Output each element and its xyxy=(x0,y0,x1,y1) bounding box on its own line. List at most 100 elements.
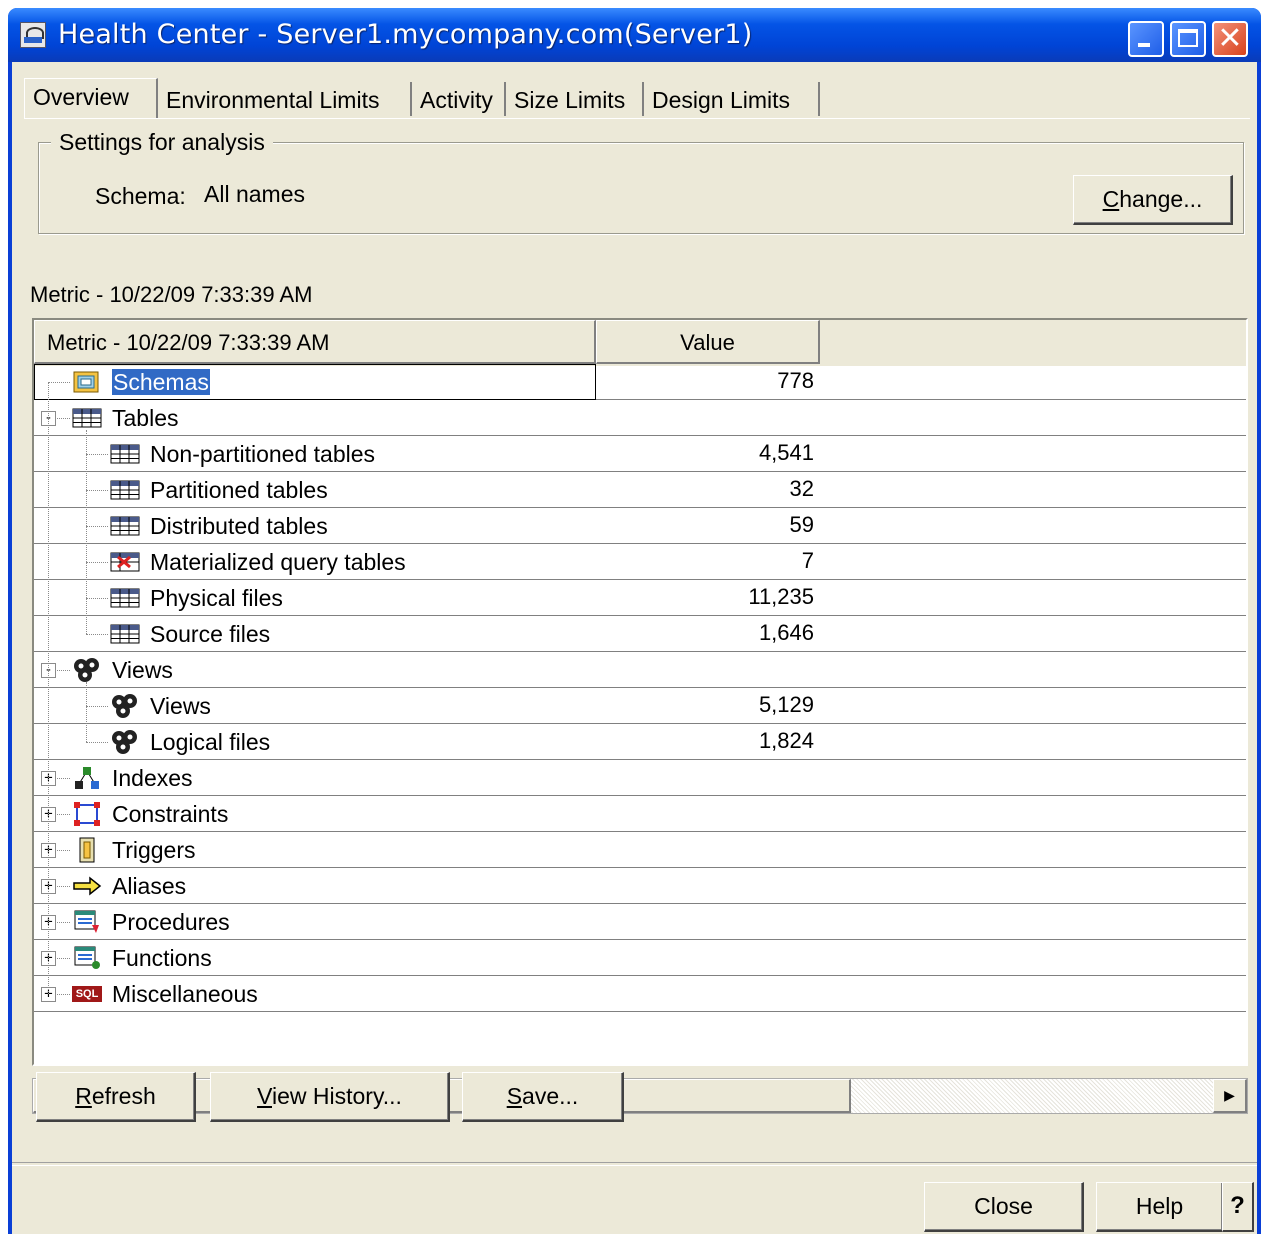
view-icon xyxy=(72,657,102,683)
table-row[interactable]: Materialized query tables 7 xyxy=(34,544,1246,580)
row-value: 32 xyxy=(789,476,814,501)
table-row[interactable]: + SQL Miscellaneous xyxy=(34,976,1246,1012)
tree-connector xyxy=(86,526,108,527)
row-label-text: Aliases xyxy=(112,873,187,899)
row-label-text: Views xyxy=(150,693,211,719)
tree-connector xyxy=(86,742,108,743)
row-label: Indexes xyxy=(112,760,193,796)
row-label-text: Views xyxy=(112,657,173,683)
schema-label: Schema: xyxy=(95,183,186,209)
table-icon xyxy=(110,621,140,647)
row-value: 5,129 xyxy=(758,692,814,717)
row-label: Miscellaneous xyxy=(112,976,258,1012)
table-row[interactable]: Physical files 11,235 xyxy=(34,580,1246,616)
scroll-right-arrow-icon[interactable]: ▶ xyxy=(1213,1079,1247,1113)
table-row[interactable]: + Functions xyxy=(34,940,1246,976)
dialog-client: Overview Environmental Limits Activity S… xyxy=(12,62,1257,1234)
table-row[interactable]: + Constraints xyxy=(34,796,1246,832)
table-header: Metric - 10/22/09 7:33:39 AM Value xyxy=(34,320,1246,366)
table-row[interactable]: + Indexes xyxy=(34,760,1246,796)
schema-value: All names xyxy=(204,181,305,207)
row-label: Procedures xyxy=(112,904,230,940)
tree-connector xyxy=(86,562,108,563)
table-row[interactable]: Schemas 778 xyxy=(34,364,1246,400)
row-label: Tables xyxy=(112,400,178,436)
view-history-button-mnemonic: V xyxy=(257,1083,272,1109)
maximize-button[interactable] xyxy=(1170,21,1206,57)
refresh-button[interactable]: Refresh xyxy=(36,1072,196,1122)
view-icon xyxy=(110,693,140,719)
tree-connector xyxy=(48,382,49,994)
table-row[interactable]: Source files 1,646 xyxy=(34,616,1246,652)
function-icon xyxy=(72,945,102,971)
table-row[interactable]: Partitioned tables 32 xyxy=(34,472,1246,508)
row-label-text: Indexes xyxy=(112,765,193,791)
tab-overview-label: Overview xyxy=(33,84,129,110)
row-label-text: Logical files xyxy=(150,729,271,755)
title-bar[interactable]: Health Center - Server1.mycompany.com(Se… xyxy=(8,8,1261,62)
row-label: Partitioned tables xyxy=(150,472,328,508)
context-help-button[interactable]: ? xyxy=(1222,1182,1254,1232)
row-label-text: Physical files xyxy=(150,585,283,611)
table-row[interactable]: - Tables xyxy=(34,400,1246,436)
tab-environmental-limits[interactable]: Environmental Limits xyxy=(158,82,412,116)
refresh-button-label: efresh xyxy=(91,1083,156,1109)
tab-divider xyxy=(24,118,1250,119)
table-icon xyxy=(110,585,140,611)
index-icon xyxy=(72,765,102,791)
row-value: 11,235 xyxy=(748,584,814,609)
tab-size-limits-label: Size Limits xyxy=(514,87,626,113)
tab-design-limits[interactable]: Design Limits xyxy=(644,82,820,116)
tab-environmental-limits-label: Environmental Limits xyxy=(166,87,380,113)
row-label: Constraints xyxy=(112,796,228,832)
tree-connector xyxy=(86,598,108,599)
row-label-text: Constraints xyxy=(112,801,229,827)
row-label: Aliases xyxy=(112,868,186,904)
row-label: Logical files xyxy=(150,724,270,760)
row-label-text: Non-partitioned tables xyxy=(150,441,376,467)
selected-cell xyxy=(34,364,596,400)
minimize-button[interactable] xyxy=(1128,21,1164,57)
help-button[interactable]: Help xyxy=(1096,1182,1224,1232)
table-row[interactable]: + Aliases xyxy=(34,868,1246,904)
change-button-label: hange... xyxy=(1119,186,1203,212)
tree-connector xyxy=(86,490,108,491)
row-label-text: Materialized query tables xyxy=(150,549,406,575)
save-button[interactable]: Save... xyxy=(462,1072,624,1122)
tab-activity[interactable]: Activity xyxy=(412,82,506,116)
row-label-text: Tables xyxy=(112,405,179,431)
view-history-button[interactable]: View History... xyxy=(210,1072,450,1122)
alias-icon xyxy=(72,873,102,899)
table-row[interactable]: Non-partitioned tables 4,541 xyxy=(34,436,1246,472)
close-button[interactable]: Close xyxy=(924,1182,1084,1232)
row-label: Non-partitioned tables xyxy=(150,436,375,472)
tree-connector xyxy=(86,454,108,455)
change-button[interactable]: Change... xyxy=(1073,175,1233,225)
column-header-metric[interactable]: Metric - 10/22/09 7:33:39 AM xyxy=(34,320,596,364)
table-row[interactable]: + Triggers xyxy=(34,832,1246,868)
column-header-value[interactable]: Value xyxy=(596,320,820,364)
table-row[interactable]: + Procedures xyxy=(34,904,1246,940)
close-window-button[interactable]: ✕ xyxy=(1212,21,1248,57)
table-row[interactable]: Views 5,129 xyxy=(34,688,1246,724)
mqt-icon xyxy=(110,549,140,575)
table-row[interactable]: - Views xyxy=(34,652,1246,688)
row-value: 7 xyxy=(801,548,814,573)
view-history-button-label: iew History... xyxy=(272,1083,402,1109)
row-value: 1,646 xyxy=(758,620,814,645)
row-value: 59 xyxy=(789,512,814,537)
row-label: Triggers xyxy=(112,832,196,868)
row-label: Source files xyxy=(150,616,270,652)
row-label-text: Miscellaneous xyxy=(112,981,258,1007)
row-value: 4,541 xyxy=(758,440,814,465)
tab-overview[interactable]: Overview xyxy=(24,78,158,118)
tree-connector xyxy=(86,706,108,707)
change-button-mnemonic: C xyxy=(1102,186,1120,212)
save-button-mnemonic: S xyxy=(506,1083,523,1109)
table-row[interactable]: Distributed tables 59 xyxy=(34,508,1246,544)
row-label-text: Triggers xyxy=(112,837,196,863)
constraint-icon xyxy=(72,801,102,827)
table-row[interactable]: Logical files 1,824 xyxy=(34,724,1246,760)
tab-size-limits[interactable]: Size Limits xyxy=(506,82,644,116)
settings-legend: Settings for analysis xyxy=(51,129,273,156)
